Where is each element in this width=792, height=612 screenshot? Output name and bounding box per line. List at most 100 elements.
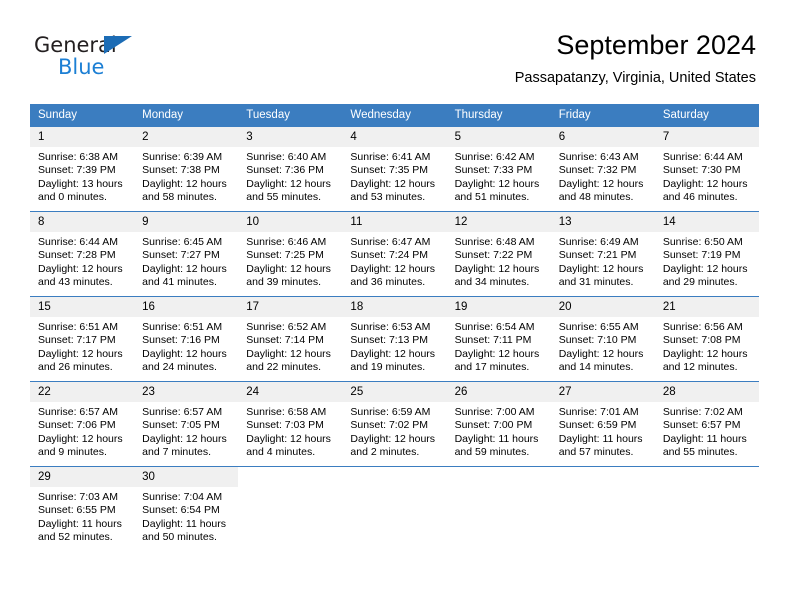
calendar-day-cell[interactable]: 3 Sunrise: 6:40 AM Sunset: 7:36 PM Daylight… — [238, 127, 343, 212]
sunset-text: Sunset: 7:10 PM — [558, 334, 637, 347]
daylight-text-line2: and 51 minutes. — [454, 191, 530, 204]
calendar-day-cell-empty — [550, 466, 655, 551]
sunset-text: Sunset: 7:05 PM — [142, 419, 220, 432]
day-number — [342, 467, 446, 487]
daylight-text-line2: and 4 minutes. — [246, 446, 316, 459]
sunrise-text: Sunrise: 6:39 AM — [142, 151, 223, 163]
day-number: 8 — [30, 212, 135, 232]
sunrise-text: Sunrise: 6:56 AM — [662, 321, 743, 333]
calendar-day-cell[interactable]: 8 Sunrise: 6:44 AM Sunset: 7:28 PM Daylight… — [30, 211, 135, 297]
calendar-day-cell[interactable]: 21 Sunrise: 6:56 AM Sunset: 7:08 PM Dayligh… — [654, 296, 759, 382]
day-details: Sunrise: 6:58 AM Sunset: 7:03 PM Daylight:… — [238, 402, 342, 460]
calendar-day-cell[interactable]: 10 Sunrise: 6:46 AM Sunset: 7:25 PM Dayligh… — [238, 211, 343, 297]
daylight-text-line1: Daylight: 12 hours — [38, 347, 123, 360]
calendar-day-cell[interactable]: 18 Sunrise: 6:53 AM Sunset: 7:13 PM Dayligh… — [342, 296, 447, 382]
sunset-text: Sunset: 7:28 PM — [38, 249, 116, 262]
day-details: Sunrise: 7:00 AM Sunset: 7:00 PM Daylight:… — [447, 402, 551, 460]
day-number: 13 — [550, 212, 655, 232]
daylight-text-line1: Daylight: 12 hours — [558, 177, 644, 190]
daylight-text-line1: Daylight: 12 hours — [350, 177, 436, 190]
sunrise-text: Sunrise: 7:00 AM — [454, 406, 535, 418]
daylight-text-line2: and 55 minutes. — [662, 446, 738, 459]
calendar-day-cell[interactable]: 6 Sunrise: 6:43 AM Sunset: 7:32 PM Daylight… — [550, 127, 655, 212]
calendar-day-cell[interactable]: 9 Sunrise: 6:45 AM Sunset: 7:27 PM Daylight… — [134, 211, 239, 297]
calendar-day-cell[interactable]: 26 Sunrise: 7:00 AM Sunset: 7:00 PM Dayligh… — [446, 381, 551, 467]
day-details: Sunrise: 6:53 AM Sunset: 7:13 PM Daylight:… — [342, 317, 446, 375]
calendar-day-cell-empty — [238, 466, 343, 551]
sunset-text: Sunset: 7:08 PM — [662, 334, 741, 347]
daylight-text-line2: and 19 minutes. — [350, 361, 426, 374]
day-number: 19 — [446, 297, 551, 317]
calendar-day-cell[interactable]: 22 Sunrise: 6:57 AM Sunset: 7:06 PM Dayligh… — [30, 381, 135, 467]
calendar-day-cell[interactable]: 14 Sunrise: 6:50 AM Sunset: 7:19 PM Dayligh… — [654, 211, 759, 297]
daylight-text-line1: Daylight: 11 hours — [142, 517, 226, 530]
sunset-text: Sunset: 7:17 PM — [38, 334, 116, 347]
calendar-day-cell[interactable]: 12 Sunrise: 6:48 AM Sunset: 7:22 PM Dayligh… — [446, 211, 551, 297]
day-number — [551, 467, 655, 487]
daylight-text-line2: and 7 minutes. — [142, 446, 212, 459]
calendar-day-cell[interactable]: 25 Sunrise: 6:59 AM Sunset: 7:02 PM Dayligh… — [342, 381, 447, 467]
calendar-day-cell[interactable]: 2 Sunrise: 6:39 AM Sunset: 7:38 PM Daylight… — [134, 127, 239, 212]
calendar-day-cell[interactable]: 19 Sunrise: 6:54 AM Sunset: 7:11 PM Dayligh… — [446, 296, 551, 382]
day-number: 25 — [342, 382, 447, 402]
daylight-text-line2: and 57 minutes. — [558, 446, 634, 459]
calendar-week-row: 22 Sunrise: 6:57 AM Sunset: 7:06 PM Dayligh… — [30, 381, 759, 467]
day-number: 1 — [30, 127, 135, 147]
day-number: 4 — [342, 127, 447, 147]
daylight-text-line2: and 53 minutes. — [350, 191, 426, 204]
sunrise-text: Sunrise: 6:50 AM — [662, 236, 743, 248]
calendar-body: 1 Sunrise: 6:38 AM Sunset: 7:39 PM Daylight… — [30, 127, 759, 551]
calendar-day-cell[interactable]: 4 Sunrise: 6:41 AM Sunset: 7:35 PM Daylight… — [342, 127, 447, 212]
daylight-text-line2: and 26 minutes. — [38, 361, 113, 374]
sunrise-text: Sunrise: 6:41 AM — [350, 151, 431, 163]
day-number: 10 — [238, 212, 343, 232]
sunrise-text: Sunrise: 6:47 AM — [350, 236, 431, 248]
daylight-text-line2: and 50 minutes. — [142, 531, 217, 544]
calendar-day-cell[interactable]: 30 Sunrise: 7:04 AM Sunset: 6:54 PM Dayligh… — [134, 466, 239, 551]
sunrise-text: Sunrise: 6:59 AM — [350, 406, 431, 418]
calendar-day-cell[interactable]: 20 Sunrise: 6:55 AM Sunset: 7:10 PM Dayligh… — [550, 296, 655, 382]
daylight-text-line2: and 14 minutes. — [558, 361, 634, 374]
triangle-icon — [104, 36, 132, 54]
daylight-text-line2: and 48 minutes. — [558, 191, 634, 204]
sunset-text: Sunset: 7:06 PM — [38, 419, 116, 432]
calendar-day-cell[interactable]: 7 Sunrise: 6:44 AM Sunset: 7:30 PM Daylight… — [654, 127, 759, 212]
calendar-day-cell[interactable]: 24 Sunrise: 6:58 AM Sunset: 7:03 PM Dayligh… — [238, 381, 343, 467]
sunset-text: Sunset: 7:13 PM — [350, 334, 429, 347]
day-details: Sunrise: 6:48 AM Sunset: 7:22 PM Daylight:… — [447, 232, 551, 290]
daylight-text-line1: Daylight: 12 hours — [142, 262, 227, 275]
calendar-day-cell[interactable]: 5 Sunrise: 6:42 AM Sunset: 7:33 PM Daylight… — [446, 127, 551, 212]
calendar-week-row: 1 Sunrise: 6:38 AM Sunset: 7:39 PM Daylight… — [30, 127, 759, 212]
calendar-day-cell[interactable]: 17 Sunrise: 6:52 AM Sunset: 7:14 PM Dayligh… — [238, 296, 343, 382]
general-blue-logo[interactable]: General Blue — [34, 33, 254, 79]
page-subtitle: Passapatanzy, Virginia, United States — [514, 70, 756, 86]
calendar-day-cell[interactable]: 28 Sunrise: 7:02 AM Sunset: 6:57 PM Dayligh… — [654, 381, 759, 467]
daylight-text-line1: Daylight: 11 hours — [454, 432, 539, 445]
calendar-day-cell[interactable]: 27 Sunrise: 7:01 AM Sunset: 6:59 PM Dayligh… — [550, 381, 655, 467]
calendar-day-cell[interactable]: 1 Sunrise: 6:38 AM Sunset: 7:39 PM Daylight… — [30, 127, 135, 212]
sunset-text: Sunset: 7:27 PM — [142, 249, 220, 262]
day-details: Sunrise: 7:03 AM Sunset: 6:55 PM Daylight:… — [30, 487, 134, 545]
sunrise-text: Sunrise: 6:55 AM — [558, 321, 639, 333]
weekday-header-thursday: Thursday — [446, 104, 551, 127]
daylight-text-line2: and 12 minutes. — [662, 361, 738, 374]
calendar-day-cell[interactable]: 15 Sunrise: 6:51 AM Sunset: 7:17 PM Dayligh… — [30, 296, 135, 382]
daylight-text-line1: Daylight: 12 hours — [662, 262, 748, 275]
sunset-text: Sunset: 7:11 PM — [454, 334, 532, 347]
weekday-header-tuesday: Tuesday — [238, 104, 343, 127]
calendar-day-cell[interactable]: 29 Sunrise: 7:03 AM Sunset: 6:55 PM Dayligh… — [30, 466, 135, 551]
day-number: 9 — [134, 212, 239, 232]
calendar-day-cell[interactable]: 11 Sunrise: 6:47 AM Sunset: 7:24 PM Dayligh… — [342, 211, 447, 297]
day-details: Sunrise: 6:46 AM Sunset: 7:25 PM Daylight:… — [238, 232, 342, 290]
sunset-text: Sunset: 6:55 PM — [38, 504, 116, 517]
sunrise-text: Sunrise: 7:01 AM — [558, 406, 639, 418]
calendar-week-row: 15 Sunrise: 6:51 AM Sunset: 7:17 PM Dayligh… — [30, 296, 759, 382]
calendar-day-cell[interactable]: 16 Sunrise: 6:51 AM Sunset: 7:16 PM Dayligh… — [134, 296, 239, 382]
day-details: Sunrise: 6:38 AM Sunset: 7:39 PM Daylight:… — [30, 147, 134, 205]
day-number: 27 — [550, 382, 655, 402]
calendar-day-cell[interactable]: 23 Sunrise: 6:57 AM Sunset: 7:05 PM Dayligh… — [134, 381, 239, 467]
calendar-day-cell[interactable]: 13 Sunrise: 6:49 AM Sunset: 7:21 PM Dayligh… — [550, 211, 655, 297]
sunset-text: Sunset: 7:35 PM — [350, 164, 429, 177]
daylight-text-line2: and 46 minutes. — [662, 191, 738, 204]
daylight-text-line1: Daylight: 11 hours — [38, 517, 122, 530]
